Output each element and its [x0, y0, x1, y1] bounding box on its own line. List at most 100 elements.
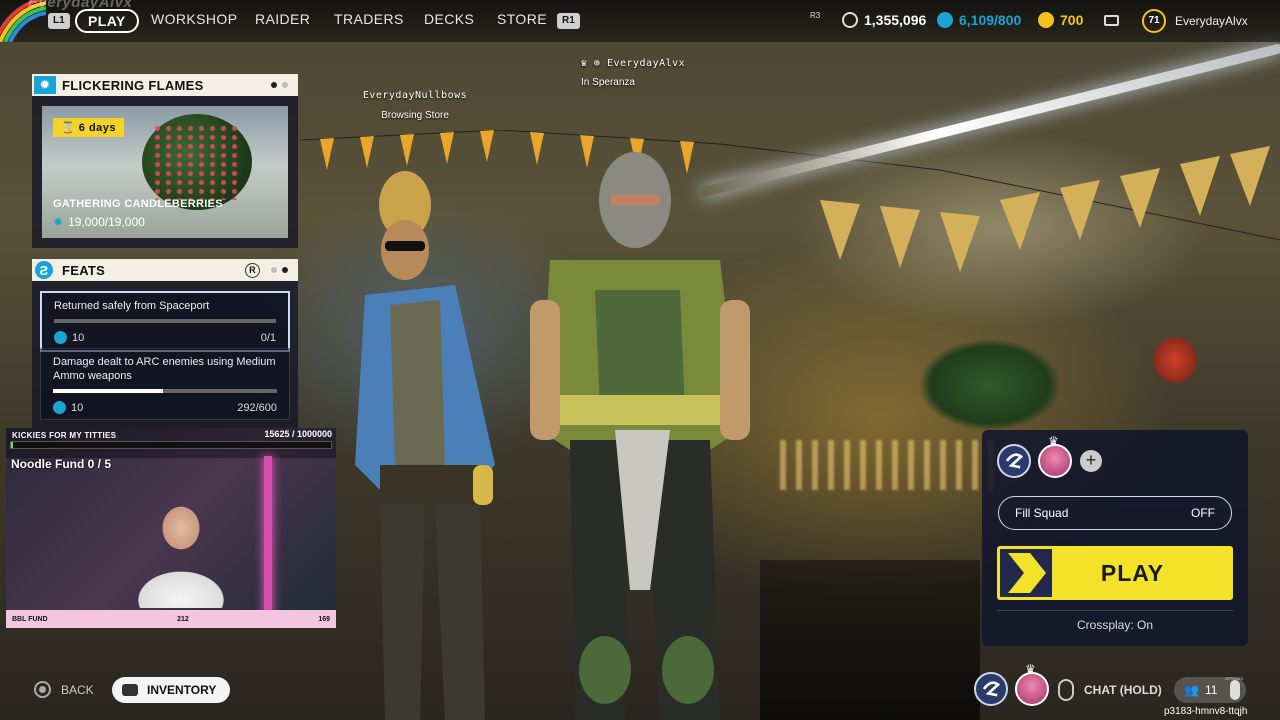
inventory-button[interactable]: INVENTORY	[112, 677, 231, 703]
feat-reward: 10	[72, 331, 85, 344]
friends-button[interactable]: 👥 11 OPTIONS	[1174, 676, 1246, 703]
feat-card[interactable]: Damage dealt to ARC enemies using Medium…	[40, 348, 290, 420]
bbl-fund-goal: 169	[318, 615, 330, 623]
divider	[997, 610, 1233, 611]
event-panel-header: ✹ FLICKERING FLAMES	[32, 74, 298, 96]
event-title: GATHERING CANDLEBERRIES	[53, 198, 223, 210]
cred-icon	[53, 401, 66, 414]
fill-squad-label: Fill Squad	[1015, 506, 1069, 520]
crown-icon: ♛	[1025, 662, 1036, 676]
tab-store[interactable]: STORE	[497, 11, 547, 27]
event-card[interactable]: ⌛ 6 days GATHERING CANDLEBERRIES ✹ 19,00…	[42, 106, 288, 238]
play-button[interactable]: PLAY	[997, 546, 1233, 600]
feat-progress: 292/600	[237, 401, 277, 414]
back-button[interactable]: BACK	[34, 681, 94, 698]
player-tag: ♛ ⊕ EverydayAlvx In Speranza	[568, 58, 698, 88]
player-tag-name: EverydayNullbows	[362, 90, 468, 101]
hourglass-icon: ⌛	[61, 122, 79, 134]
options-button-icon[interactable]	[1230, 680, 1240, 700]
play-button-label: PLAY	[1100, 559, 1165, 586]
tab-workshop[interactable]: WORKSHOP	[151, 11, 237, 27]
feat-progress-bar	[53, 389, 277, 393]
squad-member-avatar[interactable]	[997, 444, 1031, 478]
people-icon: 👥	[1184, 683, 1199, 697]
player-username[interactable]: EverydayAlvx	[1175, 14, 1248, 28]
fill-squad-toggle[interactable]: Fill Squad OFF	[998, 496, 1232, 530]
event-progress: ✹ 19,000/19,000	[53, 215, 145, 229]
add-icon: ⊕	[593, 58, 601, 69]
streamer-webcam: KICKIES FOR MY TITTIES 15625 / 1000000 N…	[6, 428, 336, 628]
crown-icon: ♛	[1048, 434, 1059, 448]
page-dots	[271, 82, 288, 88]
r1-key-hint: R1	[557, 13, 580, 29]
mouse-icon	[1058, 679, 1074, 701]
feat-card[interactable]: Returned safely from Spaceport 10 0/1	[40, 291, 290, 352]
squad-leader-avatar[interactable]	[1038, 444, 1072, 478]
inventory-label: INVENTORY	[147, 683, 217, 697]
feat-progress-bar	[54, 319, 276, 323]
goal-title: KICKIES FOR MY TITTIES	[12, 431, 117, 440]
feats-panel[interactable]: Ƨ FEATS R Returned safely from Spaceport…	[32, 259, 298, 429]
player-tag-status: Browsing Store	[381, 110, 449, 121]
player-tag-name: ♛ ⊕ EverydayAlvx	[580, 58, 686, 69]
feat-progress: 0/1	[260, 331, 276, 344]
chat-label: CHAT (HOLD)	[1084, 683, 1162, 697]
goal-progress-bar	[10, 441, 332, 449]
player-level-badge: 71	[1142, 9, 1166, 33]
top-nav-bar: EverydayAlvx L1 PLAY WORKSHOP RAIDER TRA…	[0, 0, 1280, 42]
mail-icon[interactable]	[1104, 15, 1119, 26]
add-squad-member-icon[interactable]: +	[1080, 450, 1102, 472]
bbl-fund-bar: BBL FUND 212 169	[6, 610, 336, 628]
tab-play[interactable]: PLAY	[75, 9, 139, 33]
feat-title: Returned safely from Spaceport	[54, 300, 210, 312]
session-id: p3183-hmnv8-ttqjh	[1164, 706, 1248, 717]
goal-count: 15625 / 1000000	[264, 429, 332, 439]
days-remaining-badge: ⌛ 6 days	[53, 118, 125, 137]
bar-stools	[760, 560, 980, 720]
cred-icon	[54, 331, 67, 344]
feats-icon: Ƨ	[35, 261, 53, 279]
bbl-fund-label: BBL FUND	[12, 615, 48, 623]
player-tag-status: In Speranza	[581, 77, 635, 88]
chat-button[interactable]: CHAT (HOLD)	[1058, 679, 1162, 701]
tab-raider[interactable]: RAIDER	[255, 11, 310, 27]
raider-token-icon	[1038, 12, 1054, 28]
squad-panel: ♛ + Fill Squad OFF PLAY Crossplay: On	[982, 430, 1248, 646]
gear-icon: ✹	[34, 76, 56, 94]
tab-decks[interactable]: DECKS	[424, 11, 474, 27]
gear-icon: ✹	[53, 215, 64, 229]
crossplay-status: Crossplay: On	[1076, 618, 1154, 632]
coin-icon	[842, 12, 858, 28]
plants	[920, 340, 1060, 430]
coins-value: 1,355,096	[864, 12, 927, 28]
noodle-fund-label: Noodle Fund 0 / 5	[11, 457, 112, 471]
feat-title: Damage dealt to ARC enemies using Medium…	[53, 356, 276, 382]
cred-icon	[937, 12, 953, 28]
raider-character-right	[530, 152, 750, 720]
cred-value: 6,109/800	[959, 12, 1022, 28]
cred-balance[interactable]: 6,109/800	[937, 12, 1021, 28]
options-label: OPTIONS	[1224, 676, 1243, 681]
squad-leader-avatar[interactable]	[1015, 672, 1049, 706]
candles	[780, 440, 1000, 490]
circle-button-icon	[34, 681, 51, 698]
crown-icon: ♛	[580, 58, 588, 69]
player-tag: EverydayNullbows Browsing Store	[355, 90, 475, 121]
r-button-hint: R	[245, 263, 260, 278]
feat-reward: 10	[71, 401, 84, 414]
touchpad-icon	[122, 684, 138, 696]
raider-character-left	[355, 171, 495, 720]
feats-panel-title: FEATS	[62, 262, 106, 278]
friends-count: 11	[1204, 683, 1218, 697]
feats-panel-header: Ƨ FEATS R	[32, 259, 298, 281]
coins-balance[interactable]: 1,355,096	[842, 12, 926, 28]
neon-light	[264, 456, 272, 626]
event-panel[interactable]: ✹ FLICKERING FLAMES ⌛ 6 days GATHERING C…	[32, 74, 298, 248]
tab-traders[interactable]: TRADERS	[334, 11, 404, 27]
berries-image	[152, 124, 242, 200]
bbl-fund-current: 212	[177, 615, 189, 623]
back-label: BACK	[61, 682, 94, 697]
page-dots	[271, 267, 288, 273]
squad-member-avatar[interactable]	[974, 672, 1008, 706]
tokens-balance[interactable]: 700	[1038, 12, 1083, 28]
